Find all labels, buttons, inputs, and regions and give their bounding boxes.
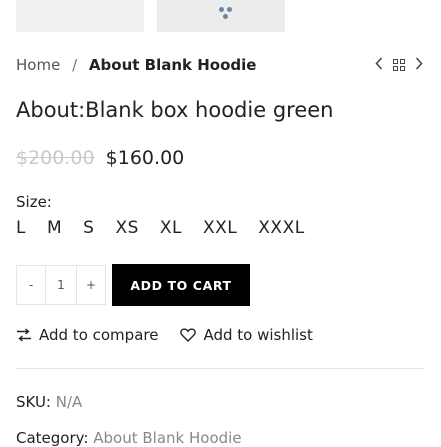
category-link[interactable]: About Blank Hoodie	[93, 429, 241, 447]
gallery-thumbnail[interactable]	[157, 0, 285, 32]
add-to-wishlist-label: Add to wishlist	[203, 326, 313, 344]
size-option-xl[interactable]: XL	[160, 218, 190, 238]
add-to-compare-link[interactable]: Add to compare	[16, 326, 158, 344]
add-to-cart-button[interactable]: ADD TO CART	[112, 264, 250, 306]
sku-label: SKU:	[16, 393, 51, 411]
add-to-compare-label: Add to compare	[39, 326, 159, 344]
size-options: L M S XS XL XXL XXXL	[16, 218, 326, 238]
compare-icon	[17, 328, 31, 342]
product-title: About:Blank box hoodie green	[16, 98, 334, 122]
size-label: Size:	[16, 193, 52, 211]
size-option-m[interactable]: M	[47, 218, 70, 238]
thumbnail-detail	[227, 7, 232, 12]
breadcrumb-separator: /	[72, 56, 78, 74]
sale-price: $160.00	[105, 147, 185, 169]
category-label: Category:	[16, 429, 89, 447]
add-to-wishlist-link[interactable]: Add to wishlist	[180, 326, 313, 344]
breadcrumb-home-link[interactable]: Home	[16, 56, 60, 74]
old-price: $200.00	[16, 147, 95, 169]
grid-icon[interactable]	[393, 59, 405, 71]
product-category: Category: About Blank Hoodie	[16, 429, 242, 447]
size-option-s[interactable]: S	[83, 218, 102, 238]
size-option-xxxl[interactable]: XXXL	[258, 218, 312, 238]
divider	[16, 368, 425, 369]
size-option-xxl[interactable]: XXL	[203, 218, 245, 238]
size-option-xs[interactable]: XS	[115, 218, 146, 238]
thumbnail-detail	[219, 7, 224, 12]
gallery-thumbnail[interactable]	[16, 0, 144, 32]
size-option-l[interactable]: L	[16, 218, 34, 238]
product-navigation	[375, 57, 423, 73]
quantity-minus-button[interactable]: -	[17, 266, 45, 304]
quantity-stepper: - 1 +	[16, 265, 106, 305]
product-price: $200.00 $160.00	[16, 147, 184, 169]
product-actions: Add to compare Add to wishlist	[16, 326, 313, 344]
chevron-left-icon[interactable]	[375, 57, 383, 73]
quantity-input[interactable]: 1	[45, 266, 77, 304]
breadcrumb: Home / About Blank Hoodie	[16, 56, 256, 74]
product-sku: SKU: N/A	[16, 393, 82, 411]
sku-value: N/A	[55, 393, 83, 411]
gallery-thumbnails	[0, 0, 441, 34]
heart-icon	[180, 328, 197, 342]
thumbnail-detail	[223, 14, 228, 19]
quantity-plus-button[interactable]: +	[77, 266, 105, 304]
breadcrumb-current-link[interactable]: About Blank Hoodie	[89, 56, 257, 74]
chevron-right-icon[interactable]	[415, 57, 423, 73]
